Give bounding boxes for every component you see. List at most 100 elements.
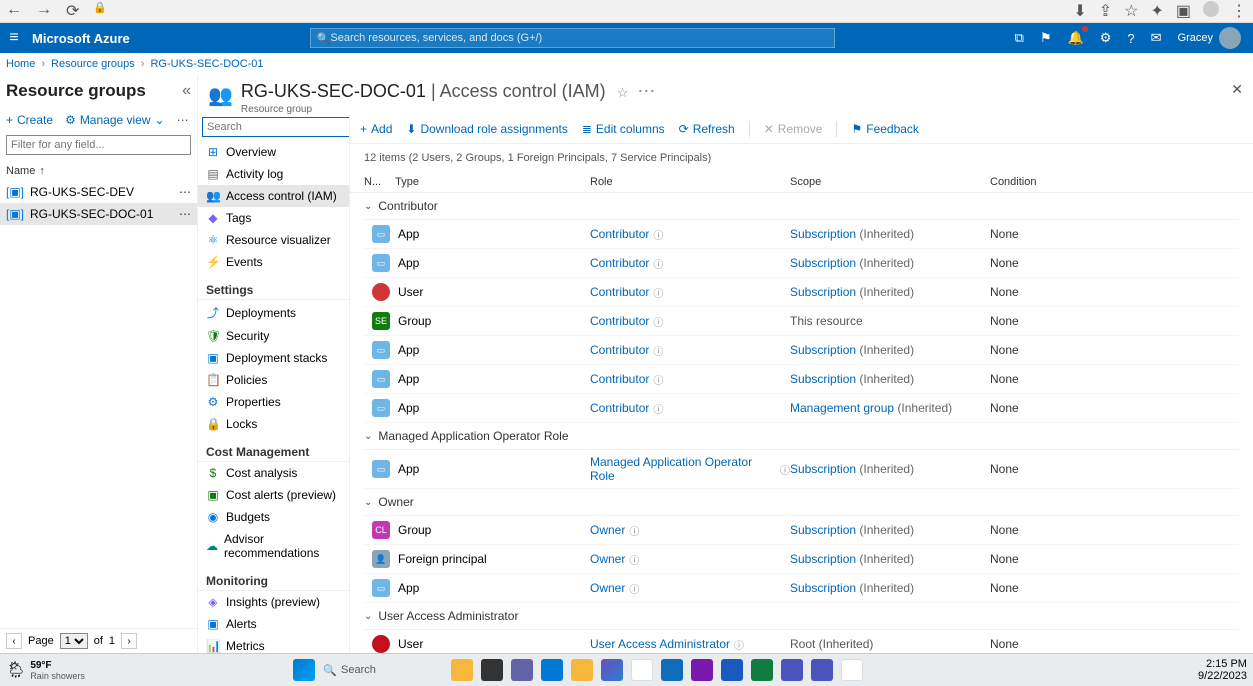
col-condition[interactable]: Condition [990,176,1036,188]
taskbar-app-word[interactable] [721,659,743,681]
taskbar-app-chrome[interactable] [631,659,653,681]
menu-item-resource-visualizer[interactable]: ⚛Resource visualizer [198,229,349,251]
taskbar-app-taskview[interactable] [481,659,503,681]
role-assignment-row[interactable]: ▭App Contributorⓘ Management group (Inhe… [364,394,1239,423]
add-button[interactable]: +Add [360,122,392,136]
taskbar-app-explorer[interactable] [451,659,473,681]
menu-item-deployments[interactable]: ⤴Deployments [198,300,349,325]
sidepanel-icon[interactable]: ▣ [1176,1,1191,21]
role-group-header[interactable]: ⌄Owner [364,489,1239,516]
feedback-top-icon[interactable]: ✉ [1151,30,1162,46]
role-assignment-row[interactable]: ▭App Contributorⓘ Subscription (Inherite… [364,336,1239,365]
menu-item-events[interactable]: ⚡Events [198,251,349,273]
role-link[interactable]: Contributorⓘ [590,372,790,387]
extensions-icon[interactable]: ✦ [1150,1,1163,21]
create-button[interactable]: +Create [6,113,53,127]
next-page-button[interactable]: › [121,633,137,649]
header-more-icon[interactable]: ⋯ [637,81,655,101]
role-group-header[interactable]: ⌄Managed Application Operator Role [364,423,1239,450]
role-assignment-row[interactable]: User Contributorⓘ Subscription (Inherite… [364,278,1239,307]
menu-item-advisor-recommendations[interactable]: ☁Advisor recommendations [198,528,349,564]
role-link[interactable]: Contributorⓘ [590,401,790,416]
role-link[interactable]: Contributorⓘ [590,314,790,329]
info-icon[interactable]: ⓘ [653,285,663,300]
close-blade-icon[interactable]: ✕ [1231,81,1243,98]
taskbar-clock[interactable]: 2:15 PM 9/22/2023 [1198,658,1247,682]
info-icon[interactable]: ⓘ [653,227,663,242]
refresh-button[interactable]: ⟳Refresh [679,122,735,136]
role-group-header[interactable]: ⌄User Access Administrator [364,603,1239,630]
role-assignment-row[interactable]: ▭App Contributorⓘ Subscription (Inherite… [364,220,1239,249]
settings-icon[interactable]: ⚙ [1100,30,1112,46]
forward-button[interactable]: → [36,1,52,21]
info-icon[interactable]: ⓘ [629,523,639,538]
role-assignment-row[interactable]: User User Access Administratorⓘ Root (In… [364,630,1239,653]
cloud-shell-icon[interactable]: ⧉ [1015,30,1024,46]
scope-link[interactable]: Subscription [790,581,856,595]
taskbar-app-excel[interactable] [751,659,773,681]
menu-item-alerts[interactable]: ▣Alerts [198,613,349,635]
col-scope[interactable]: Scope [790,176,821,188]
menu-item-access-control-iam-[interactable]: 👥Access control (IAM) [198,185,349,207]
role-assignment-row[interactable]: CLGroup Ownerⓘ Subscription (Inherited) … [364,516,1239,545]
role-group-header[interactable]: ⌄Contributor [364,193,1239,220]
breadcrumb-resource-groups[interactable]: Resource groups [51,58,135,70]
scope-link[interactable]: Subscription [790,552,856,566]
breadcrumb-current[interactable]: RG-UKS-SEC-DOC-01 [150,58,263,70]
scope-link[interactable]: Subscription [790,462,856,476]
global-search[interactable]: 🔍 [310,28,835,48]
global-search-input[interactable] [330,32,827,44]
item-more-icon[interactable]: ⋯ [179,185,191,199]
scope-link[interactable]: Subscription [790,285,856,299]
install-icon[interactable]: ⬇ [1073,1,1086,21]
directories-icon[interactable]: ⚑ [1040,30,1052,46]
scope-link[interactable]: Subscription [790,256,856,270]
menu-item-insights-preview-[interactable]: ◈Insights (preview) [198,591,349,613]
more-actions-icon[interactable]: ⋯ [177,113,189,127]
taskbar-app-snip[interactable] [841,659,863,681]
info-icon[interactable]: ⓘ [629,581,639,596]
taskbar-search[interactable]: 🔍Search [323,664,443,677]
role-link[interactable]: Contributorⓘ [590,256,790,271]
scope-link[interactable]: Management group [790,401,894,415]
role-assignment-row[interactable]: ▭App Contributorⓘ Subscription (Inherite… [364,365,1239,394]
profile-avatar-icon[interactable] [1203,1,1219,17]
menu-item-policies[interactable]: 📋Policies [198,369,349,391]
menu-item-metrics[interactable]: 📊Metrics [198,635,349,653]
scope-link[interactable]: Subscription [790,372,856,386]
role-link[interactable]: Contributorⓘ [590,343,790,358]
breadcrumb-home[interactable]: Home [6,58,35,70]
menu-item-cost-alerts-preview-[interactable]: ▣Cost alerts (preview) [198,484,349,506]
role-assignment-row[interactable]: 👤Foreign principal Ownerⓘ Subscription (… [364,545,1239,574]
weather-widget[interactable]: 🌦 59°F Rain showers [6,660,126,681]
menu-item-overview[interactable]: ⊞Overview [198,141,349,163]
info-icon[interactable]: ⓘ [734,637,744,652]
feedback-button[interactable]: ⚑Feedback [851,122,918,136]
menu-item-locks[interactable]: 🔒Locks [198,413,349,435]
taskbar-app-edge[interactable] [541,659,563,681]
taskbar-app-files[interactable] [571,659,593,681]
user-menu[interactable]: Gracey [1178,27,1241,49]
taskbar-app-teams[interactable] [781,659,803,681]
edit-columns-button[interactable]: ≣Edit columns [582,122,665,136]
sort-asc-icon[interactable]: ↑ [39,165,45,177]
page-select[interactable]: 1 [60,633,88,649]
column-name-header[interactable]: Name [6,165,35,177]
menu-item-properties[interactable]: ⚙Properties [198,391,349,413]
info-icon[interactable]: ⓘ [653,372,663,387]
taskbar-app-copilot[interactable] [601,659,623,681]
download-button[interactable]: ⬇Download role assignments [406,122,567,136]
menu-search-input[interactable] [202,117,350,137]
menu-item-activity-log[interactable]: ▤Activity log [198,163,349,185]
role-link[interactable]: Ownerⓘ [590,581,790,596]
taskbar-app-teams2[interactable] [811,659,833,681]
info-icon[interactable]: ⓘ [780,462,790,477]
role-assignment-row[interactable]: ▭App Managed Application Operator Roleⓘ … [364,450,1239,489]
taskbar-app-onenote[interactable] [691,659,713,681]
scope-link[interactable]: Subscription [790,343,856,357]
resource-group-item[interactable]: [▣]RG-UKS-SEC-DEV⋯ [0,181,197,203]
info-icon[interactable]: ⓘ [653,401,663,416]
hamburger-menu-icon[interactable]: ≡ [0,29,28,47]
kebab-menu-icon[interactable]: ⋮ [1231,1,1247,21]
info-icon[interactable]: ⓘ [653,314,663,329]
